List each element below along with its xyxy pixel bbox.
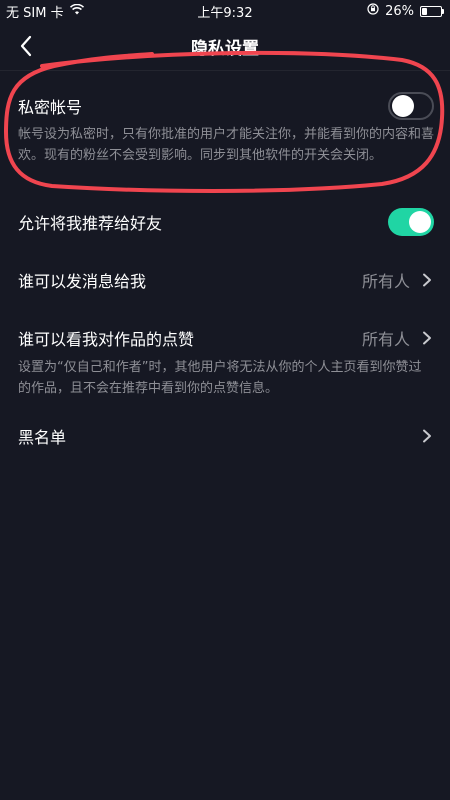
back-button[interactable] — [12, 32, 40, 60]
recommend-to-friends-control — [388, 208, 450, 236]
private-account-control — [388, 92, 450, 120]
who-can-message-value: 所有人 — [361, 272, 410, 291]
blacklist-chevron-group — [420, 429, 450, 443]
privacy-settings-screen: 无 SIM 卡 上午9:32 26% 隐私设置 私密帐号 帐号设为私密时，只有你… — [0, 0, 450, 800]
page-title: 隐私设置 — [191, 38, 259, 59]
who-can-see-likes-description: 设置为“仅自己和作者”时，其他用户将无法从你的个人主页看到你赞过的作品，且不会在… — [18, 360, 422, 396]
status-bar: 无 SIM 卡 上午9:32 26% — [0, 0, 450, 22]
toggle-knob — [392, 95, 414, 117]
orientation-lock-icon — [367, 3, 379, 19]
who-can-see-likes-label: 谁可以看我对作品的点赞 — [18, 330, 195, 349]
battery-level — [422, 7, 427, 15]
status-left: 无 SIM 卡 — [0, 2, 84, 21]
chevron-right-icon — [423, 273, 431, 287]
private-account-toggle[interactable] — [388, 92, 434, 120]
who-can-message-value-group: 所有人 — [362, 268, 450, 292]
wifi-icon — [69, 3, 84, 19]
nav-bar: 隐私设置 — [0, 22, 450, 71]
recommend-to-friends-row: 允许将我推荐给好友 — [0, 201, 450, 243]
chevron-left-icon — [20, 35, 32, 57]
recommend-to-friends-toggle[interactable] — [388, 208, 434, 236]
battery-percent: 26% — [385, 3, 414, 19]
status-right: 26% — [367, 3, 450, 19]
who-can-see-likes-value-group: 所有人 — [362, 326, 450, 350]
private-account-description: 帐号设为私密时，只有你批准的用户才能关注你，并能看到你的内容和喜欢。现有的粉丝不… — [18, 127, 435, 163]
blacklist-label: 黑名单 — [18, 428, 67, 447]
who-can-message-row[interactable]: 谁可以发消息给我 所有人 — [0, 258, 450, 302]
who-can-message-label: 谁可以发消息给我 — [18, 272, 147, 291]
who-can-see-likes-value: 所有人 — [361, 330, 410, 349]
blacklist-row[interactable]: 黑名单 — [0, 414, 450, 458]
carrier-text: 无 SIM 卡 — [6, 5, 64, 21]
recommend-to-friends-label: 允许将我推荐给好友 — [18, 214, 163, 233]
chevron-right-icon — [423, 331, 431, 345]
chevron-right-icon — [423, 429, 431, 443]
battery-icon — [420, 5, 444, 17]
who-can-see-likes-row[interactable]: 谁可以看我对作品的点赞 所有人 — [0, 316, 450, 360]
private-account-row: 私密帐号 — [0, 86, 450, 126]
private-account-label: 私密帐号 — [18, 98, 83, 117]
toggle-knob — [409, 211, 431, 233]
